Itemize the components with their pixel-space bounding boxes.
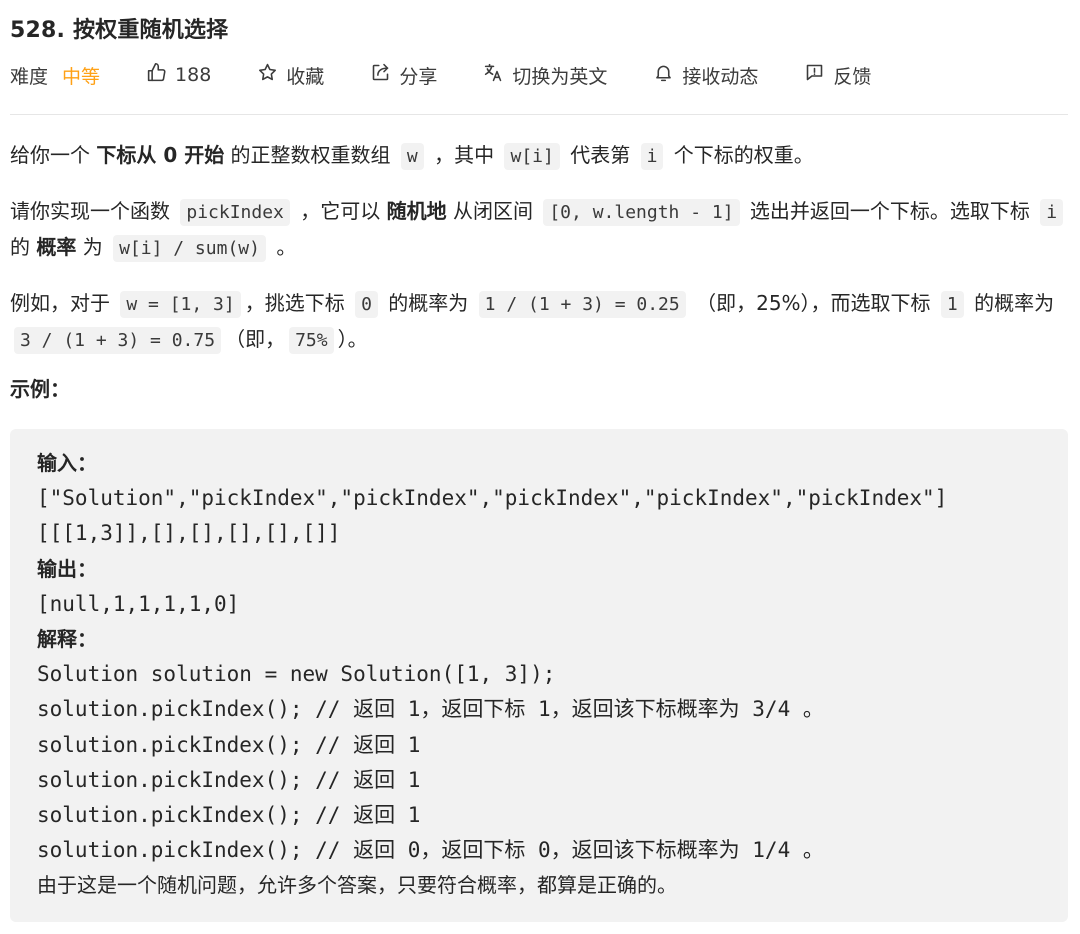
thumbs-up-icon: [146, 62, 167, 88]
text: （即，: [225, 327, 286, 351]
text: 。: [269, 235, 297, 259]
text: 从闭区间: [446, 199, 540, 223]
favorite-button[interactable]: 收藏: [257, 62, 324, 89]
inline-code: w[i]: [504, 143, 560, 170]
difficulty-label: 难度: [10, 65, 49, 88]
description-paragraph-2: 请你实现一个函数 pickIndex ，它可以 随机地 从闭区间 [0, w.l…: [10, 194, 1068, 266]
description-paragraph-1: 给你一个 下标从 0 开始 的正整数权重数组 w ，其中 w[i] 代表第 i …: [10, 138, 1068, 174]
bell-icon: [653, 62, 674, 88]
inline-code: 3 / (1 + 3) = 0.75: [14, 327, 222, 354]
output-label: 输出：: [37, 556, 97, 581]
share-button[interactable]: 分享: [370, 62, 437, 89]
explain-line: Solution solution = new Solution([1, 3])…: [37, 662, 556, 687]
explain-line: solution.pickIndex(); // 返回 1: [37, 767, 421, 792]
text: 请你实现一个函数: [10, 199, 177, 223]
explain-line: solution.pickIndex(); // 返回 1: [37, 803, 421, 828]
inline-code: 1: [940, 291, 964, 318]
notify-button[interactable]: 接收动态: [653, 62, 758, 89]
example-content: 输入： ["Solution","pickIndex","pickIndex","…: [37, 446, 947, 904]
text: 为: [76, 235, 110, 259]
text: 例如，对于: [10, 291, 117, 315]
text: 给你一个: [10, 143, 97, 167]
example-block: 输入： ["Solution","pickIndex","pickIndex","…: [10, 429, 1068, 922]
bold-text: 下标从 0 开始: [96, 143, 225, 167]
text: 个下标的权重。: [667, 143, 814, 167]
explain-line: solution.pickIndex(); // 返回 0，返回下标 0，返回该…: [37, 838, 824, 863]
inline-code: 0: [355, 291, 378, 318]
like-count: 188: [175, 64, 212, 86]
difficulty-badge: 中等: [62, 65, 101, 88]
feedback-icon: [804, 62, 825, 88]
input-line: ["Solution","pickIndex","pickIndex","pic…: [37, 486, 948, 511]
share-label: 分享: [399, 65, 438, 88]
bold-text: 随机地: [386, 199, 447, 223]
header-divider: [10, 114, 1068, 115]
text: （即，25%），而选取下标: [689, 291, 937, 315]
translate-icon: [483, 62, 504, 88]
inline-code: 75%: [289, 327, 334, 354]
text: ，挑选下标: [244, 291, 352, 315]
explain-line: solution.pickIndex(); // 返回 1: [37, 732, 421, 757]
text: 选出并返回一个下标。选取下标: [743, 199, 1037, 223]
text: ，它可以: [293, 199, 387, 223]
output-line: [null,1,1,1,1,0]: [37, 591, 240, 616]
bold-text: 概率: [36, 235, 77, 259]
text: ）。: [337, 327, 368, 351]
like-button[interactable]: 188: [146, 62, 211, 88]
problem-title: 528. 按权重随机选择: [10, 18, 229, 43]
notify-label: 接收动态: [682, 65, 759, 88]
text: 的概率为: [381, 291, 475, 315]
inline-code: i: [1040, 199, 1064, 226]
inline-code: i: [640, 143, 664, 170]
problem-toolbar: 难度 中等 188 收藏 分享 切换为英文 接收动态 反馈: [10, 60, 917, 90]
inline-code: w[i] / sum(w): [113, 235, 266, 262]
text: 的概率为: [967, 291, 1055, 315]
translate-label: 切换为英文: [512, 65, 608, 88]
input-line: [[[1,3]],[],[],[],[],[]]: [37, 521, 341, 546]
explain-footer: 由于这是一个随机问题，允许多个答案，只要符合概率，都算是正确的。: [37, 873, 677, 898]
problem-description: 给你一个 下标从 0 开始 的正整数权重数组 w ，其中 w[i] 代表第 i …: [10, 138, 1068, 378]
text: 代表第: [563, 143, 637, 167]
feedback-button[interactable]: 反馈: [804, 62, 871, 89]
favorite-label: 收藏: [286, 65, 325, 88]
inline-code: [0, w.length - 1]: [543, 199, 740, 226]
text: 的: [10, 235, 37, 259]
input-label: 输入：: [37, 451, 97, 475]
text: ，其中: [427, 143, 501, 167]
difficulty: 难度 中等: [10, 62, 100, 89]
inline-code: pickIndex: [180, 199, 290, 226]
text: 的正整数权重数组: [224, 143, 397, 167]
star-icon: [257, 62, 278, 88]
inline-code: w = [1, 3]: [120, 291, 241, 318]
explain-line: solution.pickIndex(); // 返回 1，返回下标 1，返回该…: [37, 697, 824, 722]
inline-code: w: [400, 143, 424, 170]
example-heading: 示例：: [10, 377, 70, 401]
description-paragraph-3: 例如，对于 w = [1, 3] ，挑选下标 0 的概率为 1 / (1 + 3)…: [10, 286, 1068, 358]
feedback-label: 反馈: [833, 65, 872, 88]
explain-label: 解释：: [37, 627, 97, 652]
inline-code: 1 / (1 + 3) = 0.25: [478, 291, 686, 318]
translate-button[interactable]: 切换为英文: [483, 62, 607, 89]
share-icon: [370, 62, 391, 88]
